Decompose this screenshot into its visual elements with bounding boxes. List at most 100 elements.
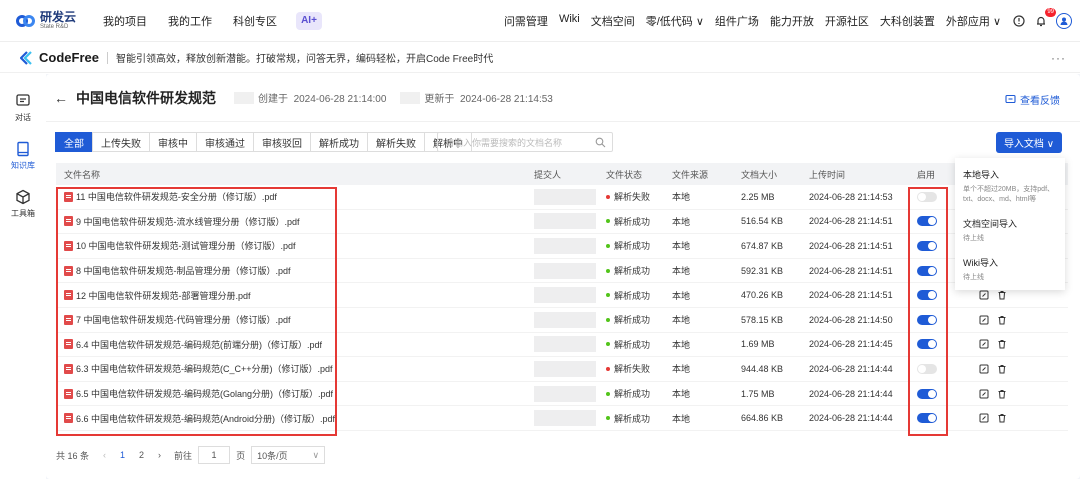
top-nav: 我的项目 我的工作 科创专区 [103, 13, 298, 29]
upload-time: 2024-06-28 21:14:51 [809, 265, 893, 276]
edit-icon[interactable] [979, 290, 989, 300]
upload-time: 2024-06-28 21:14:45 [809, 339, 893, 350]
more-icon[interactable]: ··· [1051, 51, 1066, 65]
sidebar-item-knowledge[interactable]: 知识库 [0, 132, 46, 180]
delete-icon[interactable] [997, 389, 1007, 399]
sidebar-item-label: 对话 [15, 113, 31, 122]
tab-6[interactable]: 解析失败 [367, 132, 425, 152]
edit-icon[interactable] [979, 364, 989, 374]
edit-icon[interactable] [979, 389, 989, 399]
masked-owner [234, 91, 254, 104]
search-icon [595, 137, 606, 148]
delete-icon[interactable] [997, 290, 1007, 300]
page-1[interactable]: 1 [120, 450, 125, 460]
page-title: 中国电信软件研发规范 [76, 89, 216, 106]
import-option-title: 本地导入 [963, 170, 1000, 180]
file-size: 1.75 MB [741, 388, 775, 399]
topnav-item[interactable]: 我的项目 [103, 13, 147, 29]
file-source: 本地 [672, 339, 691, 350]
tab-5[interactable]: 解析成功 [310, 132, 368, 152]
file-source: 本地 [672, 290, 691, 301]
edit-icon[interactable] [979, 339, 989, 349]
ai-plus-badge[interactable]: AI+ [296, 11, 322, 30]
masked-submitter [534, 213, 596, 230]
status-tabs: 全部 上传失败 审核中 审核通过 审核驳回 解析成功 解析失败 解析中 [55, 132, 472, 152]
upload-time: 2024-06-28 21:14:44 [809, 363, 893, 374]
codefree-logo[interactable]: CodeFree [20, 50, 99, 65]
file-status: 解析成功 [614, 315, 651, 326]
status-dot-icon [606, 219, 610, 224]
rightnav-item[interactable]: 开源社区 [825, 13, 869, 29]
file-source: 本地 [672, 241, 691, 252]
delete-icon[interactable] [997, 339, 1007, 349]
sidebar-item-label: 工具箱 [11, 209, 35, 218]
prev-page-icon[interactable]: ‹ [103, 450, 106, 460]
tab-2[interactable]: 审核中 [149, 132, 197, 152]
tab-4[interactable]: 审核驳回 [253, 132, 311, 152]
file-status: 解析失败 [614, 192, 651, 203]
file-size: 592.31 KB [741, 265, 784, 276]
file-size: 2.25 MB [741, 191, 775, 202]
delete-icon[interactable] [997, 413, 1007, 423]
goto-page-input[interactable]: 1 [198, 446, 231, 464]
masked-submitter [534, 262, 596, 279]
upload-time: 2024-06-28 21:14:53 [809, 191, 893, 202]
file-source: 本地 [672, 413, 691, 424]
file-source: 本地 [672, 216, 691, 227]
rightnav-item[interactable]: Wiki [559, 13, 580, 29]
page-header: ← 中国电信软件研发规范 创建于 2024-06-28 21:14:00 更新于… [46, 74, 1080, 122]
topnav-item[interactable]: 科创专区 [233, 13, 277, 29]
tab-3[interactable]: 审核通过 [196, 132, 254, 152]
import-option[interactable]: Wiki导入 待上线 [963, 256, 1057, 283]
rightnav-item[interactable]: 外部应用 ∨ [946, 13, 1001, 29]
masked-submitter [534, 336, 596, 353]
file-source: 本地 [672, 315, 691, 326]
upload-time: 2024-06-28 21:14:50 [809, 314, 893, 325]
import-option-desc: 待上线 [963, 274, 984, 281]
help-icon[interactable] [1012, 14, 1026, 28]
status-dot-icon [606, 194, 610, 199]
rightnav-item[interactable]: 零/低代码 ∨ [646, 13, 704, 29]
codefree-slogan: 智能引领高效，释放创新潜能。打破常规，问答无界，编码轻松，开启Code Free… [115, 54, 494, 65]
import-dropdown: 本地导入 单个不超过20MB，支持pdf、txt、docx、md、html等文档空… [955, 158, 1065, 290]
next-page-icon[interactable]: › [158, 450, 161, 460]
edit-icon[interactable] [979, 413, 989, 423]
created-time: 创建于 2024-06-28 21:14:00 [258, 94, 387, 105]
avatar[interactable] [1056, 13, 1072, 29]
file-status: 解析成功 [614, 290, 651, 301]
file-size: 664.86 KB [741, 413, 784, 424]
page-size-select[interactable]: 10条/页 ∨ [251, 446, 326, 464]
tab-0[interactable]: 全部 [55, 132, 93, 152]
file-status: 解析成功 [614, 413, 651, 424]
import-document-button[interactable]: 导入文档 ∨ [996, 132, 1062, 153]
file-size: 674.87 KB [741, 240, 784, 251]
sidebar-item-toolbox[interactable]: 工具箱 [0, 180, 46, 228]
tab-1[interactable]: 上传失败 [92, 132, 150, 152]
codefree-bar: CodeFree 智能引领高效，释放创新潜能。打破常规，问答无界，编码轻松，开启… [0, 43, 1080, 73]
rightnav-item[interactable]: 文档空间 [591, 13, 635, 29]
import-option-desc: 待上线 [963, 235, 984, 242]
search-input[interactable]: 请输入你需要搜索的文档名称 [437, 132, 613, 152]
file-status: 解析成功 [614, 266, 651, 277]
edit-icon[interactable] [979, 315, 989, 325]
delete-icon[interactable] [997, 364, 1007, 374]
rightnav-item[interactable]: 能力开放 [770, 13, 814, 29]
brand-logo[interactable]: 研发云 State R&D [16, 11, 76, 30]
masked-updater [400, 91, 421, 104]
rightnav-item[interactable]: 大科创装置 [880, 13, 935, 29]
rightnav-item[interactable]: 组件广场 [715, 13, 759, 29]
page-2[interactable]: 2 [139, 450, 144, 460]
total-count: 共 16 条 [56, 450, 90, 461]
view-feedback-link[interactable]: 查看反馈 [1005, 92, 1060, 107]
sidebar-item-chat[interactable]: 对话 [0, 84, 46, 132]
status-dot-icon [606, 243, 610, 248]
file-size: 944.48 KB [741, 363, 784, 374]
import-option[interactable]: 文档空间导入 待上线 [963, 217, 1057, 244]
bell-icon[interactable]: 99 [1034, 8, 1056, 28]
delete-icon[interactable] [997, 315, 1007, 325]
topnav-item[interactable]: 我的工作 [168, 13, 212, 29]
back-arrow-icon[interactable]: ← [54, 90, 68, 106]
rightnav-item[interactable]: 问需管理 [504, 13, 548, 29]
notification-count: 99 [1045, 8, 1056, 17]
import-option[interactable]: 本地导入 单个不超过20MB，支持pdf、txt、docx、md、html等 [963, 168, 1057, 205]
